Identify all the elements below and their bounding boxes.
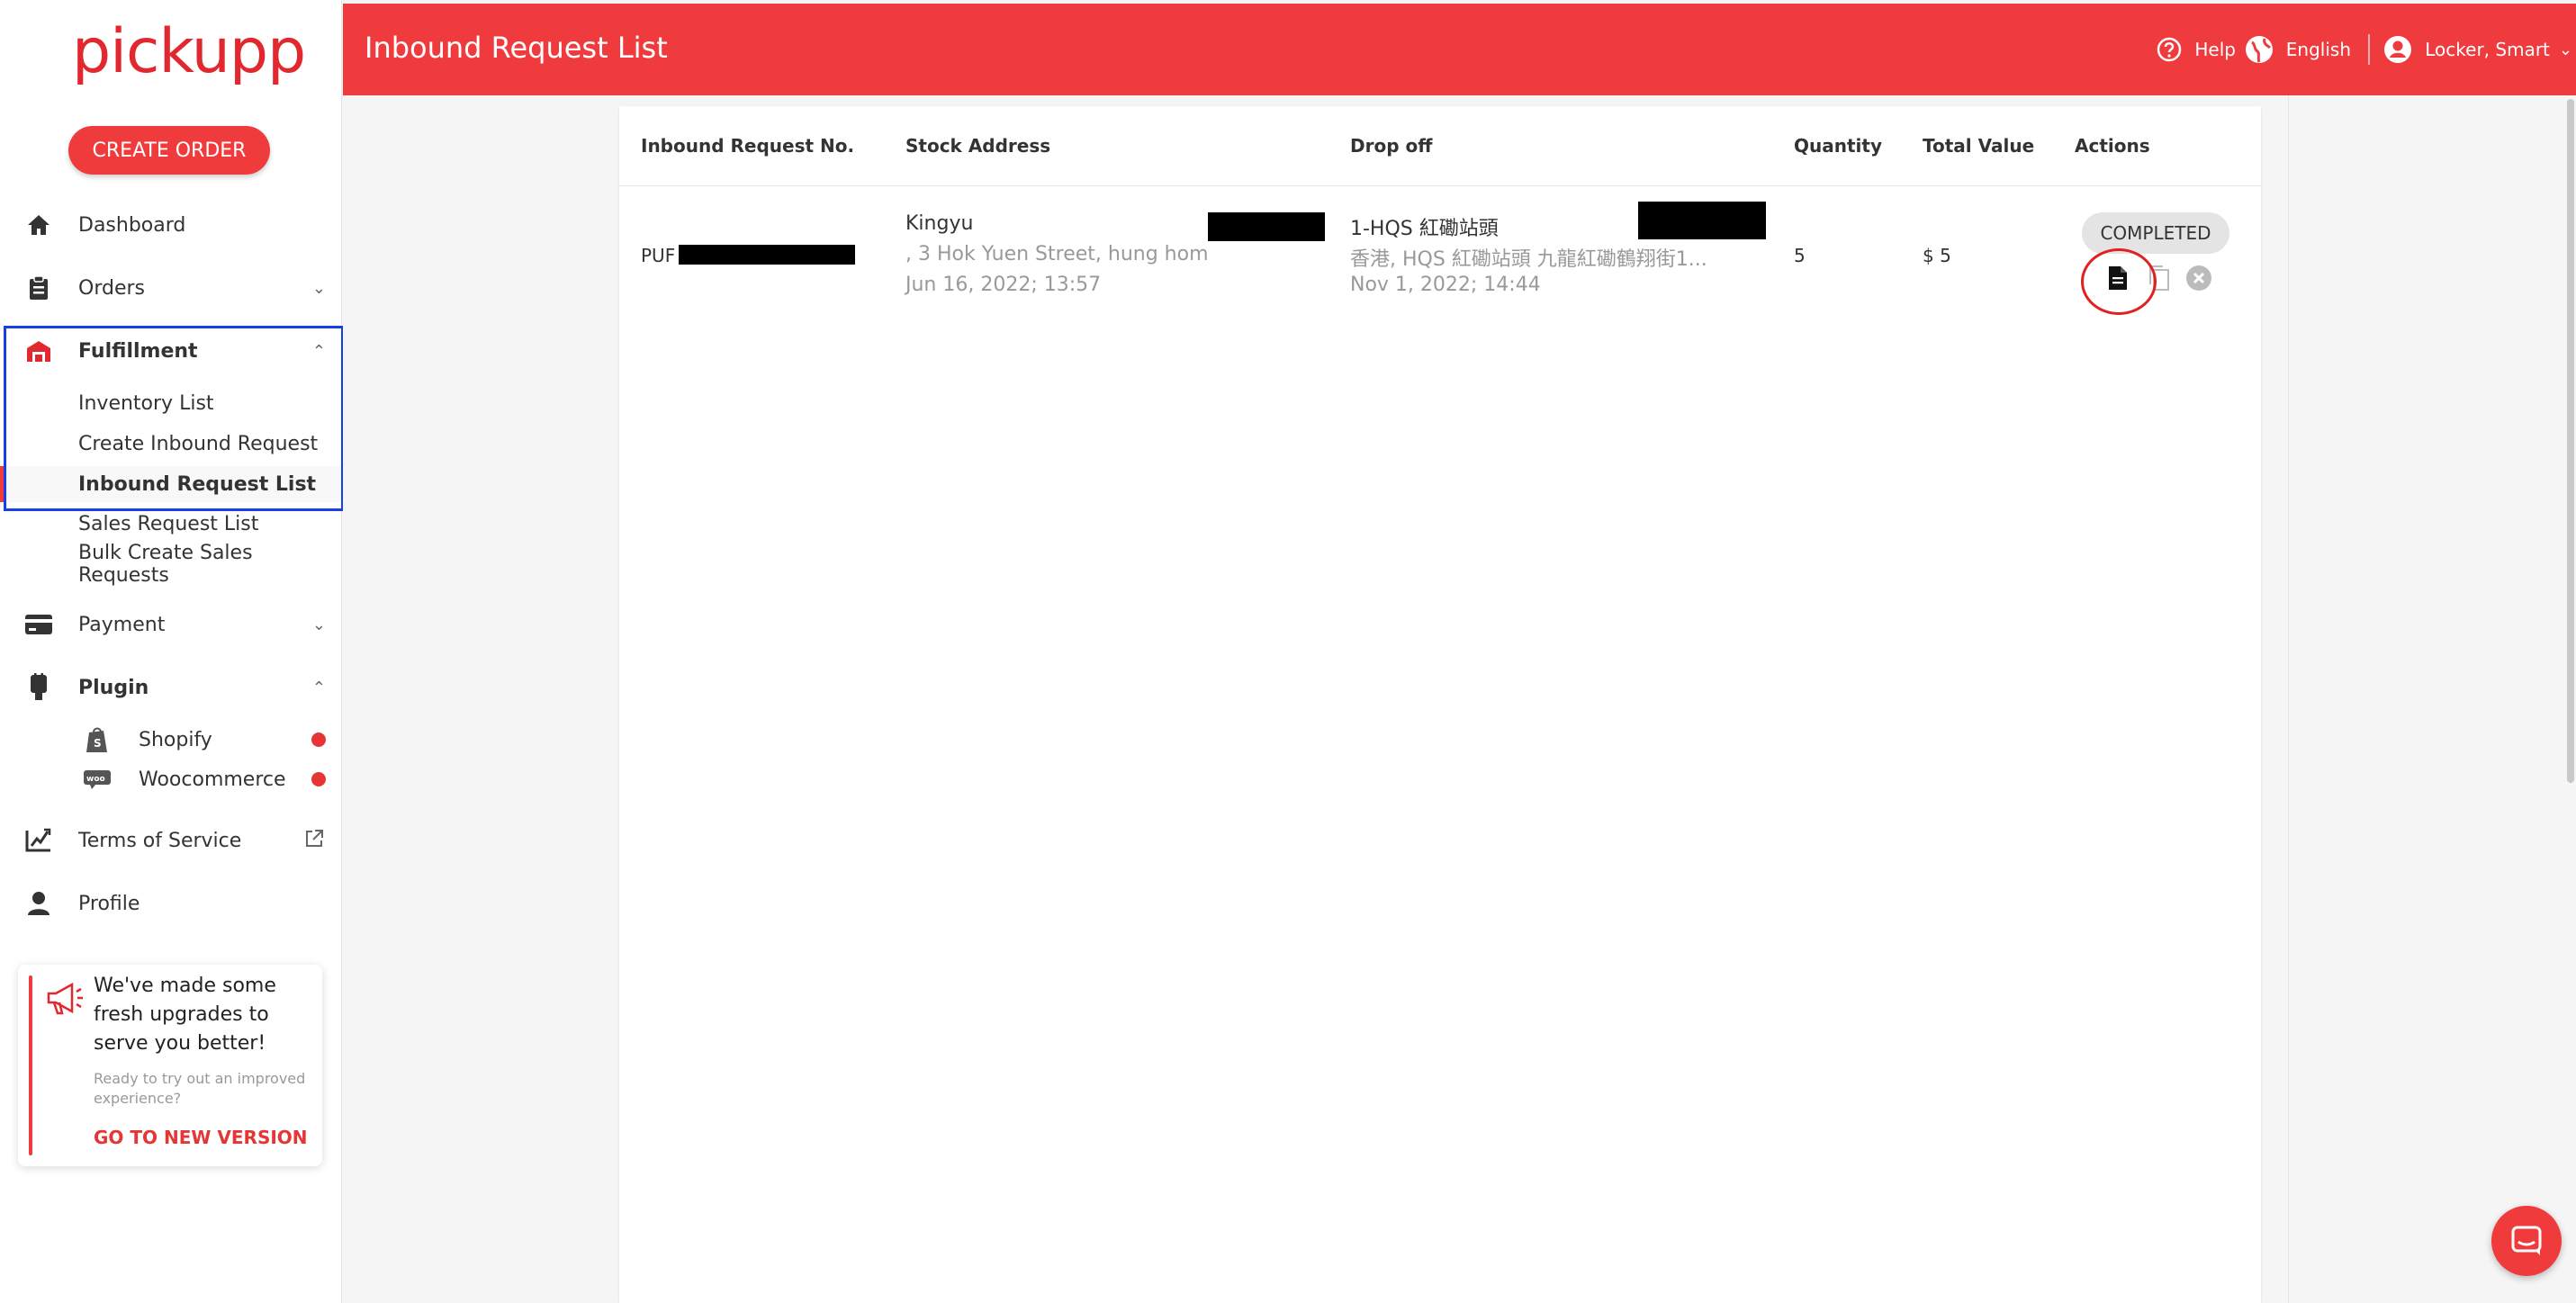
top-header: Inbound Request List Help English Locker… bbox=[343, 4, 2576, 95]
clipboard-icon bbox=[23, 273, 54, 303]
sidebar-item-plugin[interactable]: Plugin ⌃ bbox=[0, 662, 342, 713]
stock-name: Kingyu bbox=[905, 212, 974, 235]
panel-divider bbox=[2288, 95, 2289, 1303]
status-badge: COMPLETED bbox=[2082, 212, 2229, 254]
annotation-highlight-box bbox=[4, 326, 344, 511]
sidebar-item-sales-request-list[interactable]: Sales Request List bbox=[78, 506, 258, 542]
drop-off-time: Nov 1, 2022; 14:44 bbox=[1350, 274, 1541, 296]
status-dot bbox=[311, 772, 326, 786]
plugin-label: Shopify bbox=[139, 728, 212, 751]
promo-accent-bar bbox=[29, 975, 32, 1155]
stock-address: , 3 Hok Yuen Street, hung hom bbox=[905, 243, 1209, 265]
chevron-down-icon: ⌄ bbox=[2558, 40, 2572, 59]
status-dot bbox=[311, 732, 326, 747]
page-title: Inbound Request List bbox=[365, 31, 668, 65]
stock-time: Jun 16, 2022; 13:57 bbox=[905, 274, 1102, 296]
sidebar-item-profile[interactable]: Profile bbox=[0, 878, 342, 929]
sidebar-item-label: Orders bbox=[78, 276, 145, 300]
inbound-request-table: Inbound Request No. Stock Address Drop o… bbox=[619, 106, 2261, 1303]
sidebar-item-label: Plugin bbox=[78, 676, 149, 699]
redacted-block bbox=[679, 245, 855, 265]
chat-button[interactable] bbox=[2491, 1206, 2562, 1276]
sidebar-item-bulk-create-sales-requests[interactable]: Bulk Create Sales Requests bbox=[78, 542, 341, 587]
sidebar-item-payment[interactable]: Payment ⌄ bbox=[0, 599, 342, 650]
account-circle-icon bbox=[2383, 35, 2412, 64]
header-divider-line bbox=[619, 185, 2261, 186]
svg-text:woo: woo bbox=[86, 775, 105, 784]
quantity-value: 5 bbox=[1794, 245, 1806, 266]
sidebar: pickupp CREATE ORDER Dashboard Orders ⌄ … bbox=[0, 0, 344, 1303]
language-selector[interactable]: English bbox=[2245, 4, 2351, 95]
column-header-drop-off: Drop off bbox=[1350, 135, 1433, 157]
sidebar-item-label: Payment bbox=[78, 613, 166, 636]
column-header-actions: Actions bbox=[2075, 135, 2150, 157]
sidebar-item-orders[interactable]: Orders ⌄ bbox=[0, 263, 342, 313]
globe-icon bbox=[2245, 35, 2274, 64]
sidebar-item-label: Terms of Service bbox=[78, 829, 242, 852]
sidebar-item-terms-of-service[interactable]: Terms of Service bbox=[0, 815, 342, 866]
drop-off-address: 香港, HQS 紅磡站頭 九龍紅磡鶴翔街1... bbox=[1350, 248, 1707, 271]
header-divider bbox=[2368, 34, 2370, 65]
drop-off-name: 1-HQS 紅磡站頭 bbox=[1350, 218, 1499, 240]
svg-text:S: S bbox=[94, 737, 102, 750]
chat-icon bbox=[2510, 1225, 2543, 1257]
sidebar-item-dashboard[interactable]: Dashboard bbox=[0, 200, 342, 250]
shopify-icon: S bbox=[81, 725, 113, 754]
request-number[interactable]: PUF bbox=[641, 245, 675, 266]
sidebar-item-label: Dashboard bbox=[78, 213, 186, 237]
column-header-quantity: Quantity bbox=[1794, 135, 1882, 157]
help-label: Help bbox=[2194, 39, 2236, 60]
cancel-icon[interactable] bbox=[2184, 263, 2213, 293]
help-icon bbox=[2157, 37, 2182, 62]
credit-card-icon bbox=[23, 609, 54, 640]
redacted-block bbox=[1638, 202, 1766, 239]
person-icon bbox=[23, 888, 54, 919]
signature-icon bbox=[23, 825, 54, 856]
promo-title: We've made some fresh upgrades to serve … bbox=[94, 975, 276, 1055]
plug-icon bbox=[23, 672, 54, 703]
chevron-up-icon: ⌃ bbox=[311, 678, 326, 697]
megaphone-icon bbox=[45, 981, 85, 1017]
column-header-total-value: Total Value bbox=[1923, 135, 2035, 157]
upgrade-promo-card: We've made some fresh upgrades to serve … bbox=[18, 965, 322, 1166]
sidebar-item-label: Profile bbox=[78, 892, 140, 915]
column-header-stock-address: Stock Address bbox=[905, 135, 1051, 157]
promo-subtitle: Ready to try out an improved experience? bbox=[94, 1070, 306, 1107]
language-label: English bbox=[2285, 39, 2351, 60]
woocommerce-icon: woo bbox=[81, 765, 113, 794]
column-header-request-no: Inbound Request No. bbox=[641, 135, 855, 157]
home-icon bbox=[23, 210, 54, 240]
go-to-new-version-link[interactable]: GO TO NEW VERSION bbox=[94, 1127, 308, 1148]
external-link-icon bbox=[304, 829, 324, 853]
help-button[interactable]: Help bbox=[2157, 4, 2236, 95]
page-scrollbar[interactable] bbox=[2567, 99, 2574, 783]
user-name: Locker, Smart bbox=[2425, 39, 2550, 60]
sidebar-item-shopify[interactable]: S Shopify bbox=[81, 722, 342, 758]
annotation-circle bbox=[2081, 248, 2157, 315]
chevron-down-icon: ⌄ bbox=[311, 278, 326, 298]
pickupp-logo[interactable]: pickupp bbox=[72, 16, 306, 87]
total-value: $ 5 bbox=[1923, 245, 1951, 266]
sidebar-item-woocommerce[interactable]: woo Woocommerce bbox=[81, 761, 342, 797]
create-order-button[interactable]: CREATE ORDER bbox=[68, 126, 270, 175]
user-menu[interactable]: Locker, Smart ⌄ bbox=[2383, 4, 2572, 95]
plugin-label: Woocommerce bbox=[139, 768, 286, 791]
chevron-down-icon: ⌄ bbox=[311, 615, 326, 634]
redacted-block bbox=[1208, 212, 1325, 241]
